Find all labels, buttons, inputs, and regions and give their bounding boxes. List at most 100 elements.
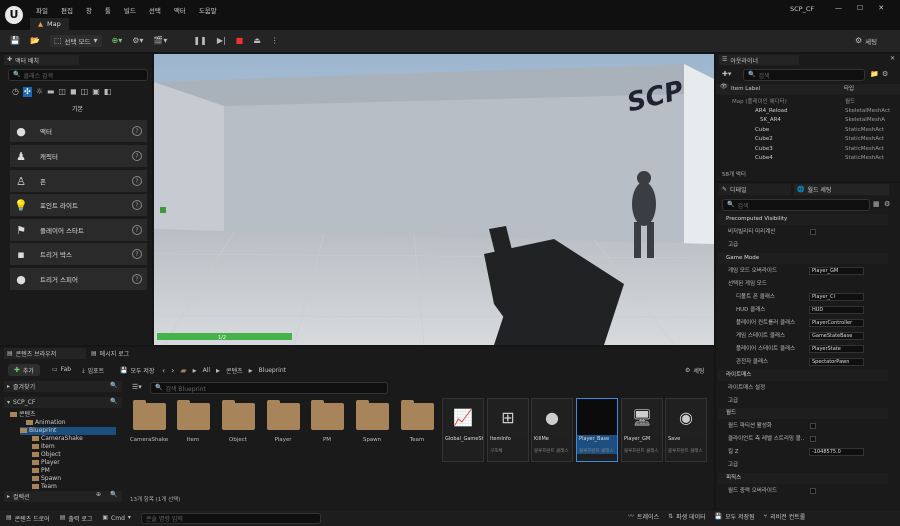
section-world[interactable]: 월드 <box>718 408 888 419</box>
unreal-logo[interactable]: U <box>5 6 23 24</box>
help-icon[interactable]: ? <box>132 176 142 186</box>
content-drawer-button[interactable]: ▤ 콘텐츠 드로어 <box>6 514 50 523</box>
tree-item[interactable]: Animation <box>26 419 66 427</box>
asset-card[interactable]: ⊞ ItemInfo 구조체 <box>487 398 529 462</box>
message-log-tab[interactable]: ▤ 메시지 로그 <box>88 348 129 359</box>
eye-icon[interactable]: 👁 <box>720 84 728 90</box>
add-collection-icon[interactable]: ⊕ <box>96 492 101 498</box>
checkbox[interactable] <box>810 229 816 235</box>
output-log-button[interactable]: ▤ 출력 로그 <box>60 514 93 523</box>
pawn-dropdown[interactable]: Player_CI <box>809 293 864 301</box>
save-all-button[interactable]: 💾 모두 저장 <box>120 366 154 375</box>
folder-tile[interactable] <box>401 400 434 430</box>
project-root-header[interactable]: ▾ SCP_CF <box>4 397 122 408</box>
derived-data-button[interactable]: ⇅ 파생 데이터 <box>668 512 706 521</box>
help-icon[interactable]: ? <box>132 151 142 161</box>
content-browser-tab[interactable]: ▤ 콘텐츠 브라우저 <box>4 348 86 359</box>
pause-icon[interactable]: ❚❚ <box>193 37 206 45</box>
asset-card[interactable]: 🖥 Player_GM 블루프린트 클래스 <box>621 398 663 462</box>
tree-item[interactable]: Item <box>32 443 55 451</box>
settings-icon[interactable]: ⚙ <box>884 201 890 208</box>
outliner-search-input[interactable]: 🔍 검색 <box>743 69 865 81</box>
kill-z-input[interactable]: -1048575.0 <box>809 448 864 456</box>
cinematic-icon[interactable]: ▬ <box>47 88 55 96</box>
place-item-character[interactable]: ♟ 캐릭터? <box>10 145 147 167</box>
create-folder-icon[interactable]: 📁 <box>870 71 879 78</box>
asset-search-input[interactable]: 🔍 검색 Blueprint <box>150 382 388 394</box>
add-filter-icon[interactable]: ✚▾ <box>722 71 731 78</box>
checkbox[interactable] <box>810 423 816 429</box>
folder-tile[interactable] <box>267 400 300 430</box>
map-tab[interactable]: ▲ Map <box>30 18 69 30</box>
place-item-pawn[interactable]: ♙ 폰? <box>10 170 147 192</box>
place-item-trigger-sphere[interactable]: ● 트리거 스피어? <box>10 268 147 290</box>
menu-actor[interactable]: 액터 <box>174 5 186 15</box>
settings-button[interactable]: ⚙ 세팅 <box>855 36 877 47</box>
menu-edit[interactable]: 편집 <box>61 5 73 15</box>
tree-item[interactable]: CameraShake <box>32 435 83 443</box>
settings-icon[interactable]: ⚙ <box>882 71 888 78</box>
menu-tools[interactable]: 툴 <box>105 5 111 15</box>
ps-dropdown[interactable]: PlayerState <box>809 345 864 353</box>
details-tab[interactable]: ✎ 디테일 <box>719 184 791 195</box>
prop-advanced-3[interactable]: 고급 <box>718 459 888 471</box>
cmd-dropdown[interactable]: ▣ Cmd ▾ <box>102 515 131 522</box>
breadcrumb-blueprint[interactable]: Blueprint <box>259 367 286 374</box>
outliner-row[interactable]: Cube4 StaticMeshAct <box>718 153 888 163</box>
checkbox[interactable] <box>810 488 816 494</box>
place-item-point-light[interactable]: 💡 포인트 라이트? <box>10 194 147 216</box>
console-input[interactable]: 콘솔 명령 입력 <box>140 512 321 524</box>
add-actor-icon[interactable]: ⊕▾ <box>112 37 123 45</box>
import-button[interactable]: ⤓ 임포트 <box>82 366 104 375</box>
tree-item-selected[interactable]: Blueprint <box>20 427 116 435</box>
recent-icon[interactable]: ◷ <box>12 88 19 96</box>
saved-status[interactable]: 💾 모두 저장됨 <box>715 512 755 521</box>
tree-item[interactable]: Player <box>32 459 60 467</box>
folder-tile[interactable] <box>311 400 344 430</box>
prop-advanced-2[interactable]: 고급 <box>718 395 888 407</box>
section-game-mode[interactable]: Game Mode <box>718 253 888 264</box>
tree-item[interactable]: PM <box>32 467 50 475</box>
menu-build[interactable]: 빌드 <box>124 5 136 15</box>
basic-icon[interactable]: ✣ <box>22 87 32 97</box>
breadcrumb-content[interactable]: 콘텐츠 <box>226 366 243 375</box>
eject-icon[interactable]: ⏏ <box>253 37 261 45</box>
help-icon[interactable]: ? <box>132 126 142 136</box>
blueprint-icon[interactable]: ⚙▾ <box>132 37 143 45</box>
menu-select[interactable]: 선택 <box>149 5 161 15</box>
search-icon[interactable]: 🔍 <box>110 399 117 405</box>
trace-button[interactable]: 〰 트레이스 <box>628 512 659 521</box>
details-search-input[interactable]: 🔍 검색 <box>722 199 870 211</box>
close-icon[interactable]: ✕ <box>878 4 884 12</box>
minimize-icon[interactable]: — <box>835 4 842 12</box>
outliner-tab[interactable]: ☰ 아웃라이너 <box>719 55 799 65</box>
outliner-row[interactable]: Cube2 StaticMeshAct <box>718 134 888 144</box>
fab-button[interactable]: ▭ Fab <box>52 366 71 373</box>
prop-selected-gm[interactable]: 선택된 게임 모드 <box>718 278 888 290</box>
shapes-icon[interactable]: ◧ <box>104 88 112 96</box>
back-icon[interactable]: ‹ <box>162 366 165 375</box>
place-item-actor[interactable]: ● 액터? <box>10 120 147 142</box>
asset-card[interactable]: ● KillMe 블루프린트 클래스 <box>531 398 573 462</box>
content-settings-button[interactable]: ⚙ 세팅 <box>685 366 704 375</box>
place-actors-tab[interactable]: ✚ 액터 배치 <box>4 55 79 65</box>
source-control-button[interactable]: ⑂ 리비전 컨트롤 <box>764 512 806 521</box>
place-item-trigger-box[interactable]: ▪ 트리거 박스? <box>10 243 147 265</box>
add-button[interactable]: ✚ 추가 <box>8 364 40 376</box>
pc-dropdown[interactable]: PlayerController <box>809 319 864 327</box>
more-icon[interactable]: ⋮ <box>271 37 279 45</box>
help-icon[interactable]: ? <box>132 200 142 210</box>
asset-card-selected[interactable]: Player_Base 블루프린트 클래스 <box>576 398 618 462</box>
search-icon[interactable]: 🔍 <box>110 383 117 389</box>
class-search-input[interactable]: 🔍 클래스 검색 <box>8 69 148 81</box>
visual-effects-icon[interactable]: ◫ <box>58 88 66 96</box>
mode-dropdown[interactable]: ⬚ 선택 모드 ▾ <box>49 35 102 47</box>
folder-tile[interactable] <box>356 400 389 430</box>
save-icon[interactable]: 💾 <box>10 37 20 45</box>
all-classes-icon[interactable]: ▣ <box>92 88 100 96</box>
tree-item[interactable]: 콘텐츠 <box>10 411 36 419</box>
tree-item[interactable]: Team <box>32 483 57 491</box>
help-icon[interactable]: ? <box>132 249 142 259</box>
skip-icon[interactable]: ▶| <box>217 37 226 45</box>
search-icon[interactable]: 🔍 <box>110 492 117 498</box>
